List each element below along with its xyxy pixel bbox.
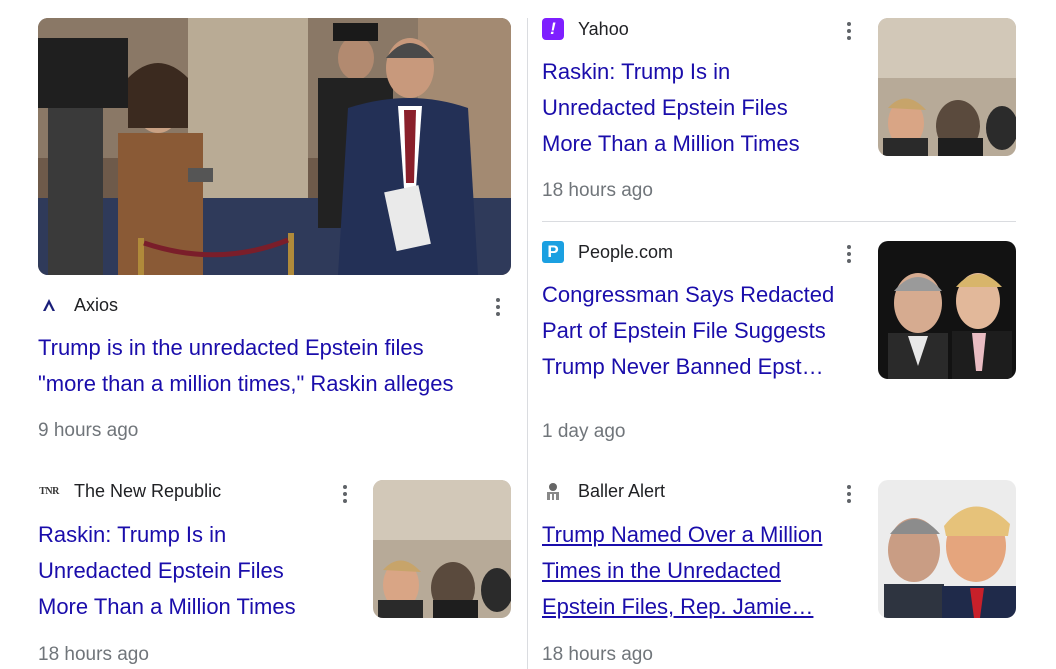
headline-line[interactable]: More Than a Million Times xyxy=(542,126,862,162)
row-divider xyxy=(542,221,1016,222)
headline-link[interactable]: Trump is in the unredacted Epstein files… xyxy=(38,330,511,402)
news-card-people[interactable]: P People.com Congressman Says Redacted P… xyxy=(542,241,1016,446)
article-thumbnail[interactable] xyxy=(373,480,511,618)
headline-line[interactable]: Part of Epstein File Suggests xyxy=(542,313,864,349)
timestamp: 18 hours ago xyxy=(542,180,653,201)
more-options-icon[interactable] xyxy=(841,243,857,265)
headline-line[interactable]: Times in the Unredacted xyxy=(542,553,864,589)
people-logo-icon: P xyxy=(542,241,564,263)
article-thumbnail[interactable] xyxy=(878,480,1016,618)
headline-link[interactable]: Raskin: Trump Is in Unredacted Epstein F… xyxy=(38,517,358,625)
headline-link[interactable]: Trump Named Over a Million Times in the … xyxy=(542,517,864,625)
tnr-logo-icon: TNR xyxy=(38,480,60,502)
headline-line[interactable]: Epstein Files, Rep. Jamie… xyxy=(542,589,864,625)
news-card-baller-alert[interactable]: Baller Alert Trump Named Over a Million … xyxy=(542,480,1016,669)
article-thumbnail[interactable] xyxy=(878,18,1016,156)
news-card-yahoo[interactable]: ! Yahoo Raskin: Trump Is in Unredacted E… xyxy=(542,18,1016,208)
baller-alert-logo-icon xyxy=(542,480,564,502)
source-row: ! Yahoo xyxy=(542,18,629,40)
source-name: Baller Alert xyxy=(578,480,666,501)
headline-line[interactable]: Trump Never Banned Epst… xyxy=(542,349,864,385)
people-glyph: P xyxy=(542,241,564,263)
headline-line[interactable]: Raskin: Trump Is in xyxy=(38,517,358,553)
timestamp: 1 day ago xyxy=(542,421,626,442)
source-row: Baller Alert xyxy=(542,480,665,502)
column-divider xyxy=(527,18,528,669)
source-row: P People.com xyxy=(542,241,673,263)
headline-line[interactable]: "more than a million times," Raskin alle… xyxy=(38,366,511,402)
source-name: People.com xyxy=(578,241,674,262)
source-row: TNR The New Republic xyxy=(38,480,221,502)
source-name: Axios xyxy=(74,294,119,315)
headline-line[interactable]: Trump is in the unredacted Epstein files xyxy=(38,330,511,366)
headline-line[interactable]: Trump Named Over a Million xyxy=(542,517,864,553)
headline-link[interactable]: Congressman Says Redacted Part of Epstei… xyxy=(542,277,864,385)
news-card-axios[interactable]: Axios Trump is in the unredacted Epstein… xyxy=(38,18,511,448)
axios-logo-icon xyxy=(38,294,60,316)
more-options-icon[interactable] xyxy=(841,483,857,505)
article-thumbnail[interactable] xyxy=(878,241,1016,379)
headline-line[interactable]: Congressman Says Redacted xyxy=(542,277,864,313)
timestamp: 9 hours ago xyxy=(38,420,139,441)
news-card-tnr[interactable]: TNR The New Republic Raskin: Trump Is in… xyxy=(38,480,511,669)
headline-line[interactable]: Unredacted Epstein Files xyxy=(542,90,862,126)
more-options-icon[interactable] xyxy=(841,20,857,42)
timestamp: 18 hours ago xyxy=(542,644,653,665)
source-row: Axios xyxy=(38,294,118,316)
headline-link[interactable]: Raskin: Trump Is in Unredacted Epstein F… xyxy=(542,54,862,162)
source-name: Yahoo xyxy=(578,18,629,39)
yahoo-glyph: ! xyxy=(542,18,564,40)
source-name: The New Republic xyxy=(74,480,222,501)
more-options-icon[interactable] xyxy=(337,483,353,505)
headline-line[interactable]: Unredacted Epstein Files xyxy=(38,553,358,589)
timestamp: 18 hours ago xyxy=(38,644,149,665)
more-options-icon[interactable] xyxy=(490,296,506,318)
yahoo-logo-icon: ! xyxy=(542,18,564,40)
article-image[interactable] xyxy=(38,18,511,275)
headline-line[interactable]: Raskin: Trump Is in xyxy=(542,54,862,90)
tnr-glyph: TNR xyxy=(39,485,59,497)
headline-line[interactable]: More Than a Million Times xyxy=(38,589,358,625)
